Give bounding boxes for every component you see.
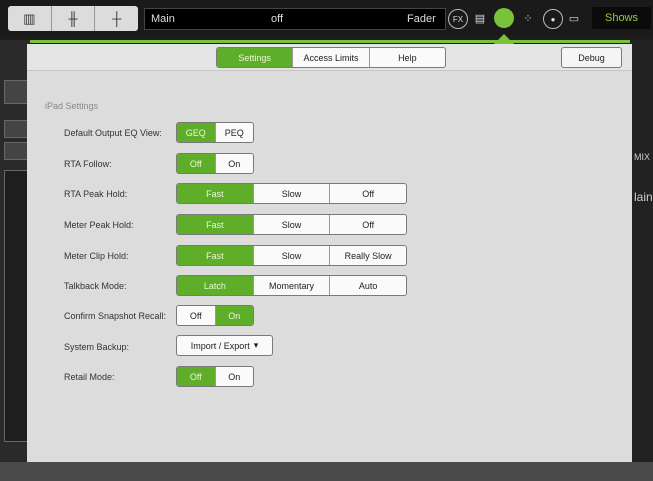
option-slow[interactable]: Slow [254,215,331,234]
channel-state: off [271,13,284,25]
option-fast[interactable]: Fast [177,184,254,203]
option-slow[interactable]: Slow [254,184,331,203]
accent-line [10,40,630,43]
rta-follow-toggle: Off On [176,153,254,174]
mixer-view-icon[interactable]: ▥ [8,6,52,31]
tab-settings[interactable]: Settings [217,48,294,67]
tab-help[interactable]: Help [370,48,445,67]
left-channel-strip [0,40,30,481]
option-off[interactable]: Off [177,154,216,173]
fx-button[interactable]: FX [448,9,468,29]
setting-label: RTA Follow: [64,159,112,169]
dropdown-value: Import / Export [190,340,250,351]
output-eq-view-toggle: GEQ PEQ [176,122,254,143]
setting-label: Talkback Mode: [64,281,127,291]
setting-label: Default Output EQ View: [64,128,162,138]
faders-view-icon[interactable]: ╫ [52,6,96,31]
option-really-slow[interactable]: Really Slow [330,246,406,265]
retail-mode-toggle: Off On [176,366,254,387]
option-latch[interactable]: Latch [177,276,254,295]
option-off[interactable]: Off [330,184,406,203]
shows-button[interactable]: Shows [592,7,651,29]
main-label: lain [634,190,653,204]
option-slow[interactable]: Slow [254,246,331,265]
setting-label: RTA Peak Hold: [64,189,128,199]
settings-panel: Settings Access Limits Help Debug iPad S… [27,44,632,462]
tab-access-limits[interactable]: Access Limits [293,48,370,67]
option-auto[interactable]: Auto [330,276,406,295]
channel-strip[interactable]: Main off Fader [144,8,446,30]
option-peq[interactable]: PEQ [216,123,254,142]
setting-label: Meter Peak Hold: [64,220,134,230]
top-toolbar: ▥ ╫ ┼ Main off Fader FX ▤ ⁘ ● ▭ Shows [0,0,653,36]
right-channel-strip: MIX lain [630,40,653,481]
settings-gear-icon[interactable] [494,8,514,28]
single-fader-icon[interactable]: ┼ [95,6,138,31]
fader-mode: Fader [407,13,436,25]
option-off[interactable]: Off [177,367,216,386]
rta-peak-hold-selector: Fast Slow Off [176,183,407,204]
option-off[interactable]: Off [177,306,216,325]
option-fast[interactable]: Fast [177,215,254,234]
strip-block [4,120,28,138]
debug-button[interactable]: Debug [561,47,622,68]
strip-block [4,80,28,104]
view-switcher: ▥ ╫ ┼ [8,6,138,31]
confirm-snapshot-toggle: Off On [176,305,254,326]
dropdown-arrow-icon: ▾ [253,340,259,350]
io-icon[interactable]: ▭ [565,10,583,26]
setting-label: Retail Mode: [64,372,115,382]
tab-bar: Settings Access Limits Help [216,47,446,68]
option-geq[interactable]: GEQ [177,123,216,142]
talkback-mode-selector: Latch Momentary Auto [176,275,407,296]
channel-name: Main [151,13,175,25]
mix-label: MIX [634,152,651,162]
setting-label: System Backup: [64,342,130,352]
option-on[interactable]: On [215,306,253,325]
strip-block [4,142,28,160]
option-off[interactable]: Off [330,215,406,234]
option-on[interactable]: On [216,154,254,173]
bottom-strip [0,462,653,481]
option-fast[interactable]: Fast [177,246,254,265]
section-title: iPad Settings [45,101,99,111]
option-on[interactable]: On [216,367,254,386]
setting-label: Confirm Snapshot Recall: [64,311,167,321]
option-momentary[interactable]: Momentary [254,276,331,295]
routing-icon[interactable]: ⁘ [519,10,537,26]
system-backup-dropdown[interactable]: Import / Export ▾ [176,335,273,356]
meter-clip-hold-selector: Fast Slow Really Slow [176,245,407,266]
strip-meter [4,170,28,442]
meter-peak-hold-selector: Fast Slow Off [176,214,407,235]
panel-header: Settings Access Limits Help Debug [27,44,632,71]
setting-label: Meter Clip Hold: [64,251,129,261]
mixer-icon[interactable]: ▤ [471,10,489,26]
record-icon[interactable]: ● [543,9,563,29]
